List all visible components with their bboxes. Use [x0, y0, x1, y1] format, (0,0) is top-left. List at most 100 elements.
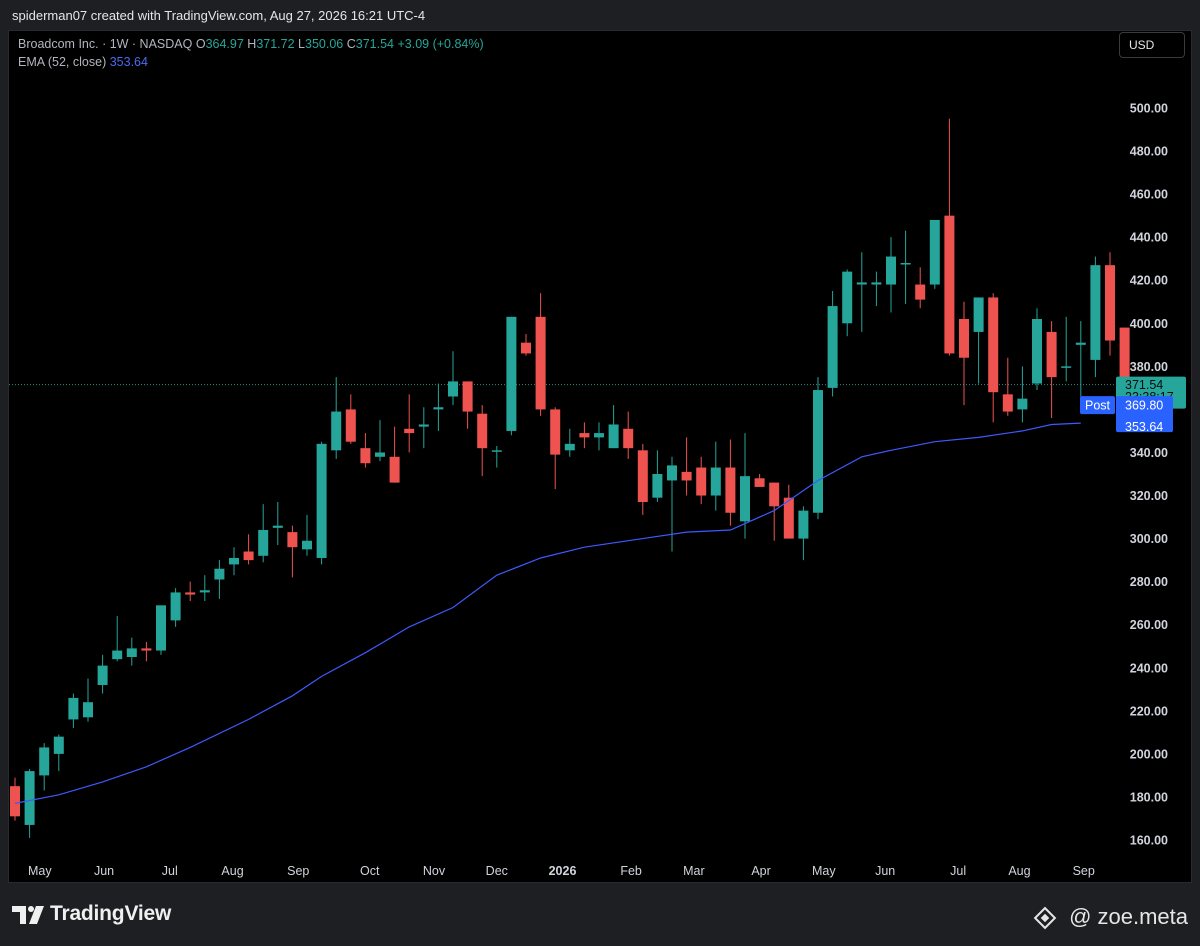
candle-body: [1105, 265, 1115, 341]
x-tick-label: Oct: [360, 864, 380, 878]
y-tick-label: 300.00: [1130, 532, 1168, 546]
x-tick-label: Mar: [683, 864, 705, 878]
legend-ema-label: EMA (52, close): [18, 55, 107, 69]
candle-body: [754, 478, 765, 487]
candle-body: [929, 219, 940, 285]
legend-low-value: 350.06: [305, 37, 344, 51]
legend-high-value: 371.72: [256, 37, 295, 51]
legend-ohlc: Broadcom Inc. · 1W · NASDAQ O364.97 H371…: [18, 37, 484, 51]
candle-body: [856, 282, 867, 285]
x-tick-label: 2026: [549, 864, 577, 878]
legend-ema: EMA (52, close) 353.64: [18, 55, 148, 69]
bottom-bar: [0, 884, 1200, 946]
legend-ema-value: 353.64: [109, 55, 148, 69]
candle-body: [360, 448, 371, 464]
candle-body: [623, 428, 634, 449]
candle-body: [418, 424, 429, 427]
diamond-logo-icon: [1033, 906, 1057, 930]
y-tick-label: 260.00: [1130, 618, 1168, 632]
candle-body: [769, 482, 780, 507]
x-tick-label: May: [28, 864, 52, 878]
candle-body: [579, 433, 590, 438]
x-tick-label: Jun: [94, 864, 114, 878]
candle-body: [944, 215, 955, 354]
candle-body: [375, 452, 385, 457]
x-tick-label: Jun: [875, 864, 895, 878]
candle-body: [39, 747, 50, 776]
candle-body: [915, 284, 926, 300]
candle-body: [535, 316, 546, 410]
candle-body: [871, 282, 882, 285]
tradingview-logo-icon: [12, 906, 44, 924]
candle-body: [959, 318, 969, 358]
candle-body: [53, 736, 64, 754]
candle-body: [988, 297, 999, 393]
y-tick-label: 460.00: [1130, 188, 1168, 202]
candle-body: [710, 467, 721, 496]
candle-body: [185, 592, 196, 595]
candle-body: [331, 411, 342, 451]
candle-body: [10, 786, 20, 817]
x-tick-label: May: [812, 864, 836, 878]
candle-body: [462, 381, 473, 412]
y-tick-label: 160.00: [1130, 834, 1168, 848]
candle-body: [725, 467, 736, 513]
x-tick-label: Aug: [1008, 864, 1030, 878]
candle-body: [258, 529, 269, 556]
legend-open-label: O: [195, 37, 206, 51]
x-tick-label: Sep: [287, 864, 309, 878]
candle-body: [1075, 342, 1086, 345]
y-tick-label: 400.00: [1130, 317, 1168, 331]
x-tick-label: Jul: [950, 864, 966, 878]
candle-body: [272, 525, 283, 528]
candle-body: [1002, 394, 1013, 412]
candle-body: [1046, 331, 1057, 378]
candle-body: [637, 450, 648, 502]
ema-price-label: 353.64: [1125, 420, 1163, 434]
legend-close-label: C: [346, 37, 356, 51]
x-tick-label: Sep: [1073, 864, 1095, 878]
x-tick-label: Apr: [751, 864, 770, 878]
y-tick-label: 440.00: [1130, 231, 1168, 245]
candle-body: [1032, 318, 1042, 384]
candle-body: [24, 771, 35, 825]
candle-body: [433, 407, 444, 410]
candle-body: [842, 271, 853, 324]
candle-body: [696, 467, 707, 496]
y-tick-label: 480.00: [1130, 145, 1168, 159]
legend-open-value: 364.97: [205, 37, 244, 51]
y-tick-label: 380.00: [1130, 360, 1168, 374]
candle-body: [316, 443, 327, 558]
candle-body: [68, 697, 79, 720]
candle-body: [389, 456, 400, 483]
candle-body: [1017, 398, 1028, 410]
currency-button[interactable]: USD: [1119, 32, 1185, 58]
candle-body: [83, 702, 93, 718]
candlestick-chart[interactable]: 160.00 180.00 200.00 220.00 240.00 260.00 280.…: [0, 0, 1200, 946]
y-tick-label: 500.00: [1130, 102, 1168, 116]
candle-body: [404, 428, 415, 434]
y-tick-label: 220.00: [1130, 704, 1168, 718]
candle-body: [1061, 366, 1072, 368]
x-tick-label: Dec: [486, 864, 508, 878]
legend-symbol: Broadcom Inc. · 1W · NASDAQ: [18, 37, 193, 51]
y-tick-label: 200.00: [1130, 747, 1168, 761]
candle-body: [141, 648, 152, 651]
author-handle: @ zoe.meta: [1069, 904, 1188, 929]
candle-body: [900, 263, 911, 265]
candle-body: [199, 590, 210, 593]
candle-body: [229, 557, 239, 565]
candle-body: [448, 381, 458, 397]
legend-low-label: L: [298, 37, 305, 51]
candle-body: [550, 409, 561, 455]
candle-body: [798, 510, 809, 539]
legend-change: +3.09 (+0.84%): [397, 37, 484, 51]
candle-body: [667, 465, 677, 481]
candle-body: [521, 342, 531, 354]
candle-body: [170, 592, 181, 621]
candle-body: [243, 551, 254, 561]
candle-body: [112, 650, 123, 660]
x-tick-label: Feb: [620, 864, 642, 878]
candle-body: [302, 540, 312, 550]
candle-body: [594, 433, 604, 438]
